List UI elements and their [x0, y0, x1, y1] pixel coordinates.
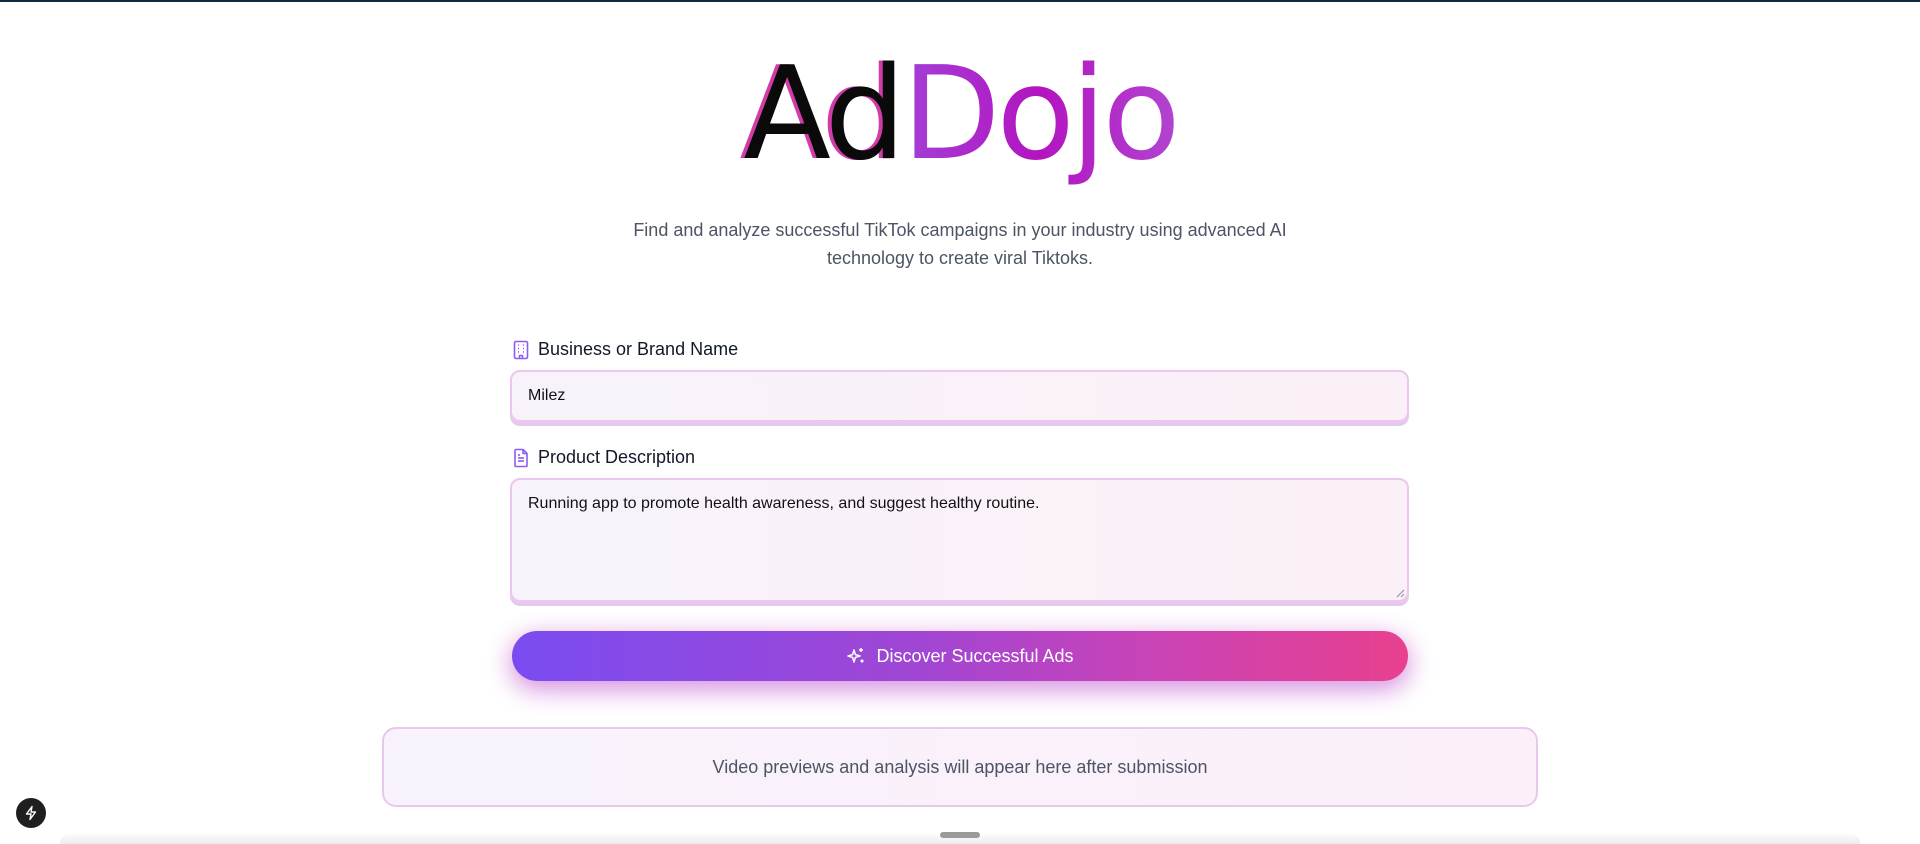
sparkles-icon — [846, 646, 866, 666]
discover-ads-button-label: Discover Successful Ads — [876, 645, 1074, 666]
results-placeholder-text: Video previews and analysis will appear … — [712, 757, 1208, 777]
drag-handle[interactable] — [940, 832, 980, 838]
product-description-textarea[interactable]: Running app to promote health awareness,… — [510, 478, 1409, 602]
brand-name-label: Business or Brand Name — [512, 339, 738, 360]
app-logo: AdDojo — [0, 40, 1920, 190]
resize-grip-icon[interactable] — [1395, 588, 1405, 598]
page-subtitle: Find and analyze successful TikTok campa… — [633, 220, 1287, 268]
product-description-label-text: Product Description — [538, 447, 696, 467]
logo-part-dojo: Dojo — [901, 40, 1181, 189]
results-placeholder-panel: Video previews and analysis will appear … — [382, 727, 1538, 807]
brand-name-input[interactable]: Milez — [510, 370, 1409, 422]
brand-name-label-text: Business or Brand Name — [538, 339, 739, 359]
product-description-value: Running app to promote health awareness,… — [528, 495, 1040, 512]
dev-tools-lightning-icon[interactable] — [16, 798, 46, 828]
top-border — [0, 0, 1920, 2]
product-description-label: Product Description — [512, 447, 695, 468]
building-icon — [512, 340, 530, 360]
logo-part-ad: Ad — [743, 40, 906, 189]
document-icon — [512, 448, 530, 468]
discover-ads-button[interactable]: Discover Successful Ads — [512, 631, 1408, 681]
